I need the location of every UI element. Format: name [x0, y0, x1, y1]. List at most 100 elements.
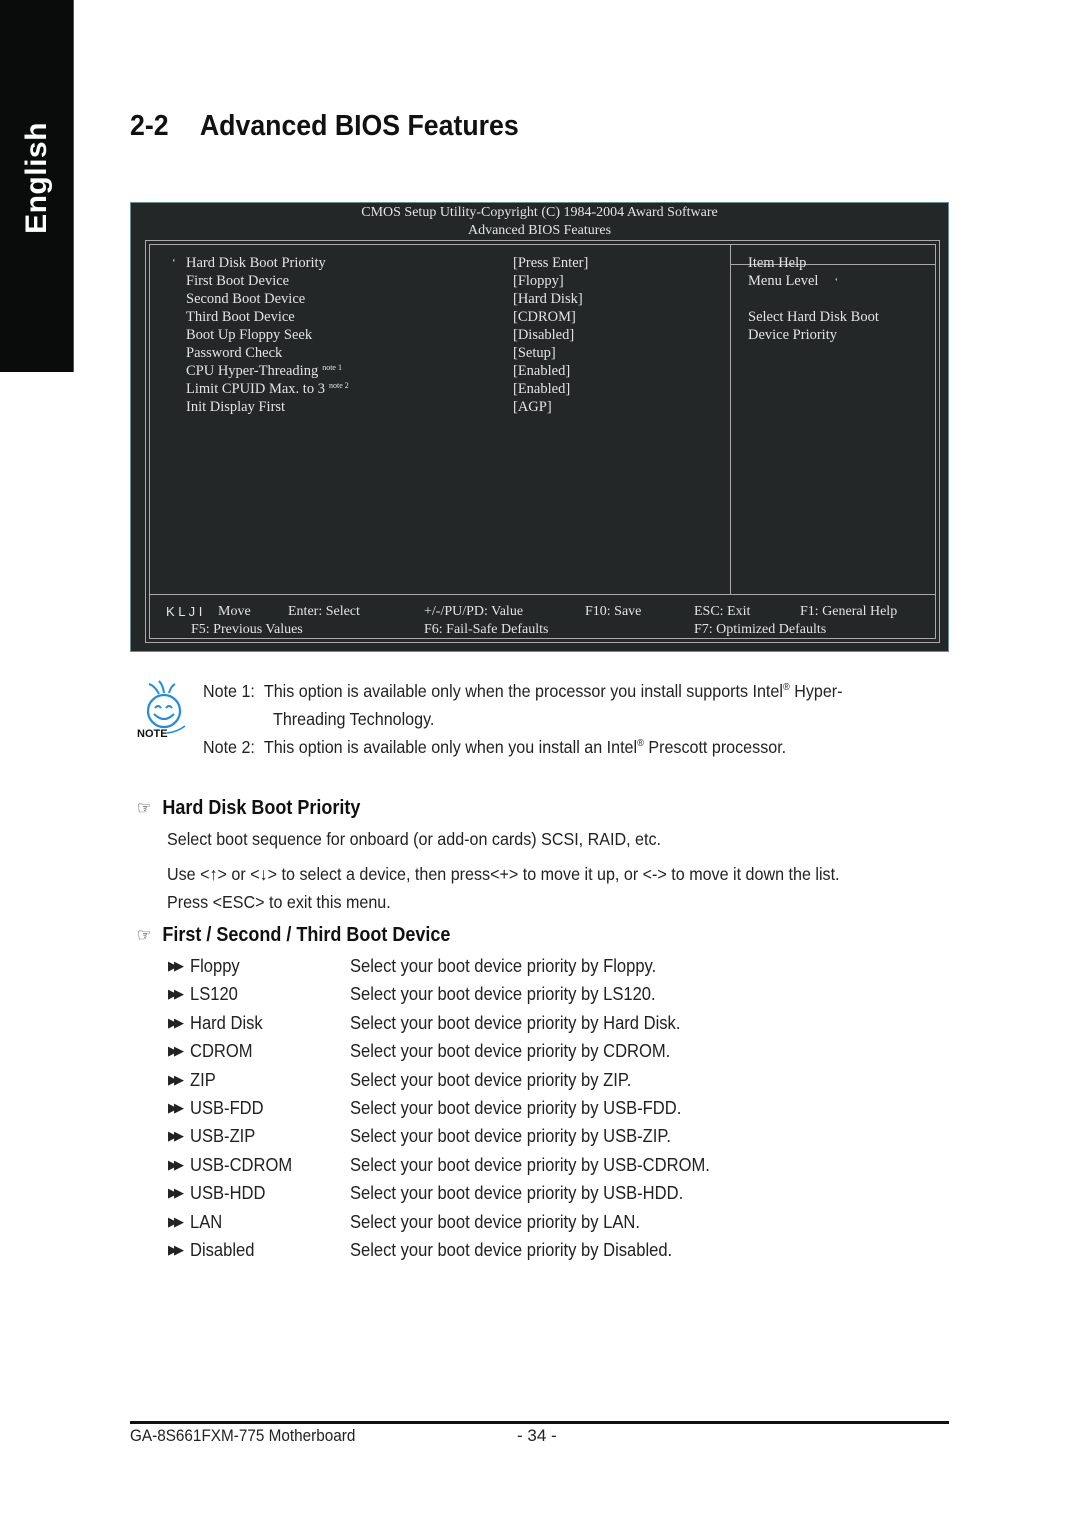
bios-header-title: Advanced BIOS Features — [467, 223, 612, 238]
boot-option-name: USB-FDD — [190, 1098, 264, 1118]
bios-screen: CMOS Setup Utility-Copyright (C) 1984-20… — [130, 202, 949, 652]
bios-setting-value[interactable]: [Press Enter] — [513, 254, 588, 272]
bios-setting-label: CPU Hyper-Threading note 1 — [186, 363, 342, 379]
bios-setting-value[interactable]: [Hard Disk] — [513, 290, 583, 308]
bios-frame: ‘ Hard Disk Boot Priority [Press Enter] Fir… — [145, 240, 940, 643]
section-title: 2-2 Advanced BIOS Features — [130, 110, 519, 143]
boot-option-description: Select your boot device priority by LS12… — [350, 984, 656, 1005]
double-arrow-bullet-icon: ▶▶ — [168, 1100, 184, 1115]
section-title-text: Advanced BIOS Features — [199, 110, 519, 142]
double-arrow-bullet-icon: ▶▶ — [168, 958, 184, 973]
registered-mark: ® — [782, 682, 790, 694]
bios-setting-label: Password Check — [186, 345, 283, 361]
section-number: 2-2 — [130, 110, 169, 142]
note-reference: note 1 — [322, 363, 342, 372]
boot-option-name: USB-HDD — [190, 1183, 266, 1204]
footer-model: GA-8S661FXM-775 Motherboard — [130, 1426, 356, 1445]
boot-option-name: Floppy — [190, 956, 240, 976]
double-arrow-bullet-icon: ▶▶ — [168, 1043, 184, 1059]
boot-option-name: USB-ZIP — [190, 1126, 256, 1147]
bios-setting-label: Third Boot Device — [186, 309, 295, 325]
double-arrow-bullet-icon: ▶▶ — [168, 1242, 184, 1257]
hard-disk-para-1: Select boot sequence for onboard (or add… — [167, 829, 661, 849]
boot-option-description: Select your boot device priority by Hard… — [350, 1012, 681, 1033]
key-save: F10: Save — [585, 604, 642, 619]
note-2: Note 2: This option is available only wh… — [203, 737, 787, 757]
key-optimized: F7: Optimized Defaults — [694, 622, 827, 637]
boot-option-description: Select your boot device priority by Flop… — [350, 956, 657, 976]
hard-disk-para-2: Use <↑> or <↓> to select a device, then … — [167, 864, 840, 884]
double-arrow-bullet-icon: ▶▶ — [168, 1213, 184, 1229]
bios-setting-label: Second Boot Device — [186, 291, 306, 307]
key-failsafe: F6: Fail-Safe Defaults — [424, 622, 549, 637]
boot-option-name: CDROM — [190, 1041, 253, 1062]
note-1: Note 1: This option is available only wh… — [203, 681, 843, 701]
hard-disk-priority-heading: ☞ Hard Disk Boot Priority — [137, 797, 361, 819]
bios-setting-value[interactable]: [CDROM] — [513, 308, 576, 326]
note-1-prefix: Note 1: — [203, 681, 255, 701]
bios-setting-value[interactable]: [AGP] — [513, 398, 552, 416]
note-1-continued: Threading Technology. — [273, 709, 435, 729]
key-enter: Enter: Select — [288, 604, 360, 619]
key-previous: F5: Previous Values — [191, 622, 303, 637]
item-help-title: Item Help — [748, 255, 807, 271]
bios-setting-label: Boot Up Floppy Seek — [186, 327, 313, 343]
keys-divider — [150, 594, 935, 595]
bios-setting-label: Hard Disk Boot Priority — [186, 255, 326, 271]
boot-option-name: USB-CDROM — [190, 1154, 293, 1175]
pointing-hand-icon: ☞ — [137, 925, 152, 945]
double-arrow-bullet-icon: ▶▶ — [168, 1156, 184, 1172]
boot-option-description: Select your boot device priority by USB-… — [350, 1098, 682, 1118]
hard-disk-para-3: Press <ESC> to exit this menu. — [167, 892, 391, 912]
note-reference: note 2 — [328, 381, 349, 390]
help-text-line1: Select Hard Disk Boot — [748, 309, 879, 325]
key-exit: ESC: Exit — [694, 604, 751, 619]
bios-inner-frame: ‘ Hard Disk Boot Priority [Press Enter] Fir… — [149, 244, 936, 639]
double-arrow-bullet-icon: ▶▶ — [168, 1128, 184, 1144]
bios-setting-label: Init Display First — [186, 399, 286, 415]
item-help-panel: Item Help Menu Level ‘ Select Hard Disk B… — [748, 254, 879, 344]
bios-setting-value[interactable]: [Setup] — [513, 344, 556, 362]
footer-rule — [130, 1421, 949, 1424]
bios-setting-value[interactable]: [Enabled] — [513, 380, 570, 398]
page-number: - 34 - — [517, 1426, 557, 1445]
bios-setting-label: Limit CPUID Max. to 3 note 2 — [186, 381, 349, 397]
boot-option-description: Select your boot device priority by Disa… — [350, 1240, 673, 1260]
key-help: F1: General Help — [800, 604, 898, 619]
arrow-keys-icon: K L J I — [166, 604, 203, 619]
menu-level: Menu Level ‘ — [748, 273, 839, 289]
boot-option-description: Select your boot device priority by CDRO… — [350, 1041, 671, 1062]
note-2-prefix: Note 2: — [203, 737, 255, 757]
note-icon-label: NOTE — [137, 728, 168, 740]
boot-option-name: LS120 — [190, 984, 238, 1005]
boot-option-description: Select your boot device priority by USB-… — [350, 1154, 710, 1175]
help-divider — [730, 245, 731, 594]
submenu-marker-icon: ‘ — [172, 257, 176, 269]
note-smiley-icon: NOTE — [137, 680, 186, 740]
menu-level-marker-icon: ‘ — [834, 276, 839, 288]
boot-option-description: Select your boot device priority by USB-… — [350, 1183, 684, 1204]
bios-setting-value[interactable]: [Disabled] — [513, 326, 574, 344]
bios-setting-label: First Boot Device — [186, 273, 290, 289]
bios-setting-value[interactable]: [Floppy] — [513, 272, 564, 290]
boot-option-name: LAN — [190, 1211, 223, 1232]
boot-option-description: Select your boot device priority by ZIP. — [350, 1069, 632, 1090]
double-arrow-bullet-icon: ▶▶ — [168, 1185, 184, 1201]
help-text-line2: Device Priority — [748, 327, 837, 343]
double-arrow-bullet-icon: ▶▶ — [168, 986, 184, 1002]
bios-setting-value[interactable]: [Enabled] — [513, 362, 570, 380]
double-arrow-bullet-icon: ▶▶ — [168, 1071, 184, 1087]
boot-option-name: Hard Disk — [190, 1012, 263, 1033]
key-value: +/-/PU/PD: Value — [424, 604, 524, 619]
boot-option-name: ZIP — [190, 1069, 216, 1090]
key-move: Move — [218, 604, 251, 619]
boot-option-description: Select your boot device priority by USB-… — [350, 1126, 671, 1147]
language-tab: English — [0, 0, 74, 372]
boot-option-description: Select your boot device priority by LAN. — [350, 1211, 640, 1232]
bios-header-copyright: CMOS Setup Utility-Copyright (C) 1984-20… — [361, 205, 718, 220]
boot-device-heading: ☞ First / Second / Third Boot Device — [137, 924, 451, 946]
language-label: English — [19, 122, 53, 234]
boot-option-name: Disabled — [190, 1240, 255, 1260]
pointing-hand-icon: ☞ — [137, 798, 152, 818]
double-arrow-bullet-icon: ▶▶ — [168, 1014, 184, 1030]
